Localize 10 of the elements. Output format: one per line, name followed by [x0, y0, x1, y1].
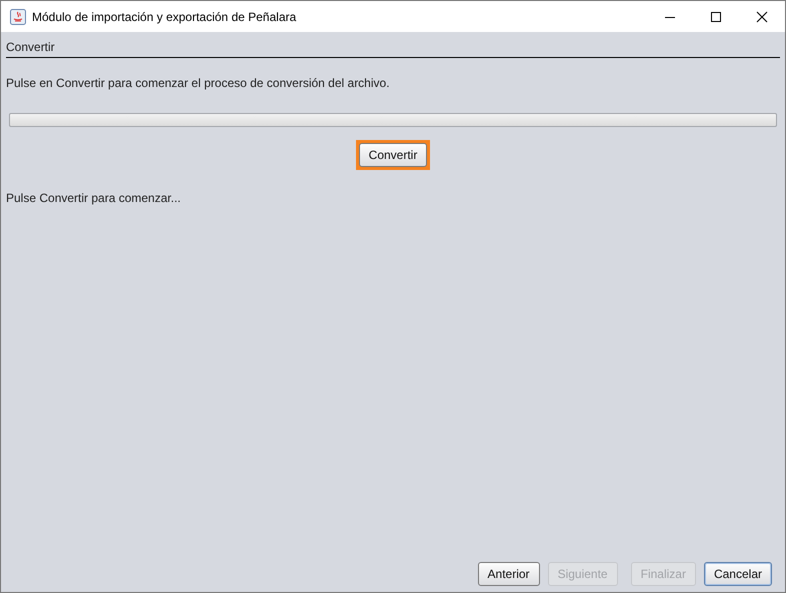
window-title: Módulo de importación y exportación de Peñalara — [32, 8, 298, 26]
java-icon — [10, 8, 26, 24]
wizard-button[interactable]: Cancelar — [704, 562, 772, 586]
convert-button[interactable]: Convertir — [358, 143, 428, 167]
wizard-button[interactable]: Anterior — [478, 562, 540, 586]
status-text: Pulse Convertir para comenzar... — [6, 190, 182, 207]
section-title: Convertir — [6, 38, 780, 58]
maximize-icon[interactable] — [710, 10, 722, 22]
instructions-text: Pulse en Convertir para comenzar el proceso de conversión del archivo. — [6, 75, 391, 92]
close-icon[interactable] — [756, 10, 768, 22]
